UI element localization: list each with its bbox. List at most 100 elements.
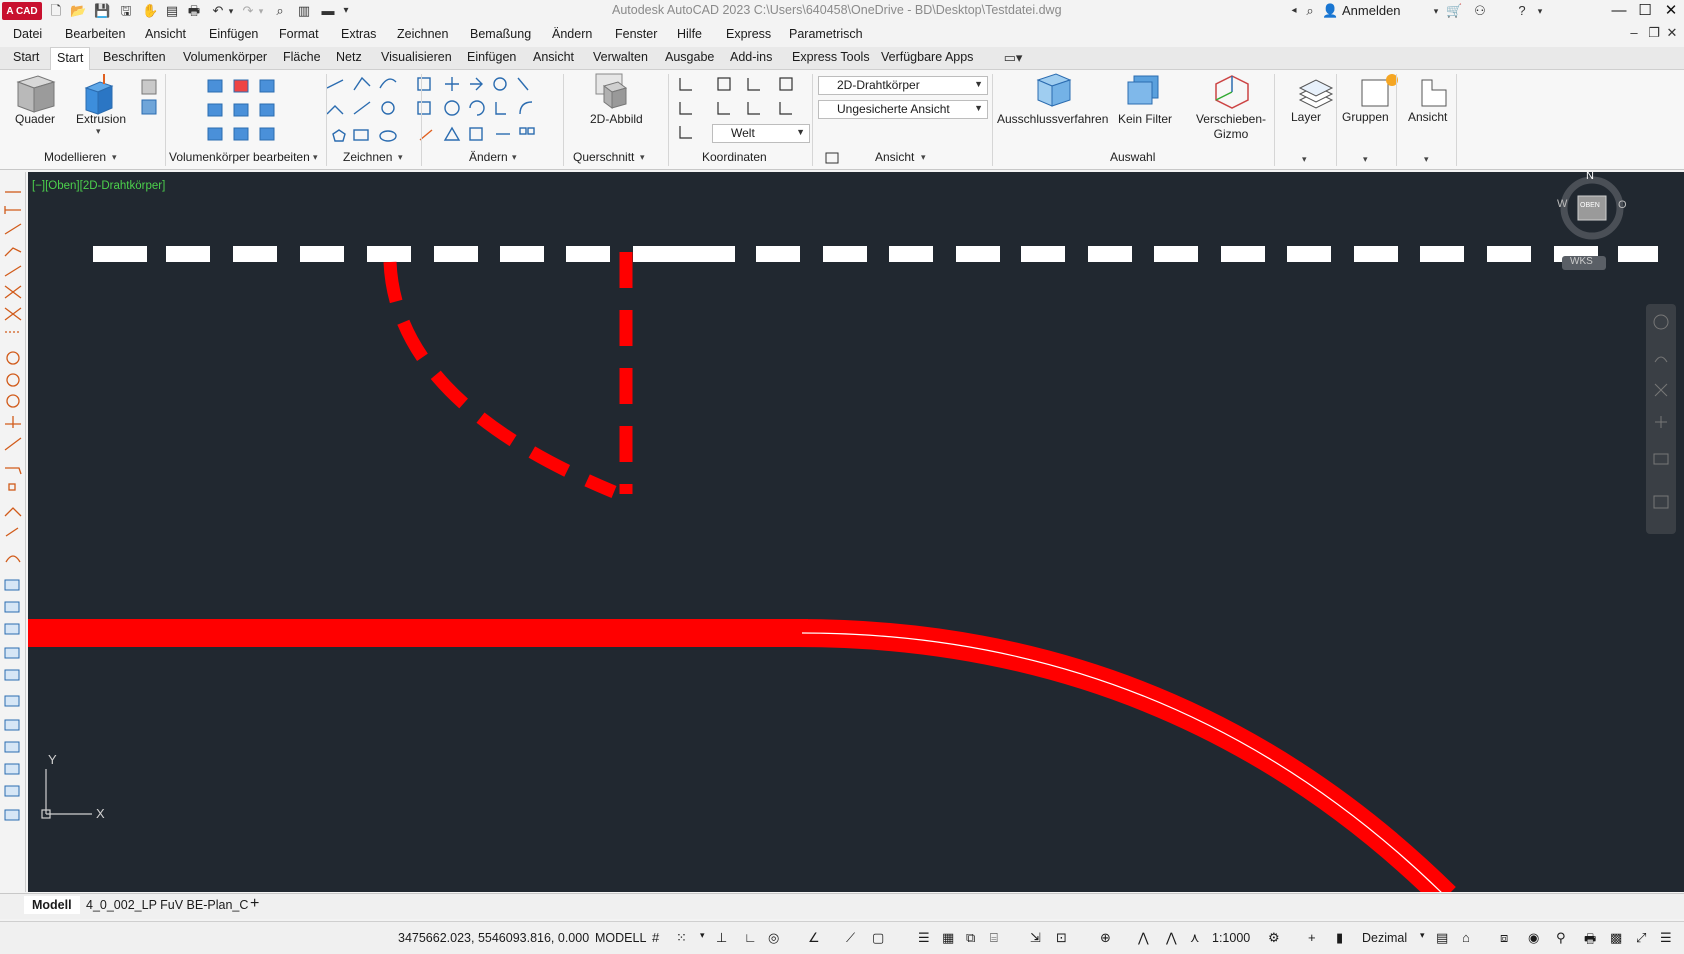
doc-close-icon[interactable]: ✕ xyxy=(1664,25,1680,41)
app-logo[interactable]: A CAD xyxy=(2,2,42,20)
hand-icon[interactable]: ✋ xyxy=(142,3,158,19)
panel-zeichnen-expand-icon[interactable]: ▾ xyxy=(398,152,403,163)
transparency-icon[interactable]: ▦ xyxy=(942,930,958,946)
search-icon[interactable]: ⌕ xyxy=(1302,3,1318,19)
print-icon[interactable]: 🖶 xyxy=(186,3,202,19)
move-gizmo-button[interactable]: Verschieben-Gizmo xyxy=(1192,112,1270,142)
isolate-button[interactable]: Ausschlussverfahren xyxy=(997,112,1108,126)
doc-minimize-icon[interactable]: – xyxy=(1626,25,1642,41)
new-file-icon[interactable]: 🗋 xyxy=(48,3,64,19)
infer-constraints-icon[interactable]: ⊥ xyxy=(716,930,732,946)
tab-beschriften[interactable]: Beschriften xyxy=(100,50,169,64)
named-view-combo[interactable]: Ungesicherte Ansicht ▼ xyxy=(818,100,988,119)
layer-match-icon[interactable]: ▬ xyxy=(320,3,336,19)
units-icon[interactable]: ▮ xyxy=(1336,930,1352,946)
viewcube-north[interactable]: N xyxy=(1586,172,1594,182)
help-dropdown-icon[interactable]: ▾ xyxy=(1532,3,1548,19)
menu-datei[interactable]: Datei xyxy=(13,27,42,41)
save-icon[interactable]: 💾 xyxy=(94,3,110,19)
isolate-objects-icon[interactable]: ⧈ xyxy=(1500,930,1516,946)
tab-ansicht[interactable]: Ansicht xyxy=(530,50,577,64)
isodraft-icon[interactable]: ∠ xyxy=(808,930,824,946)
tab-visualisieren[interactable]: Visualisieren xyxy=(378,50,455,64)
tab-modell[interactable]: Modell xyxy=(24,896,80,914)
tab-layout-plan[interactable]: 4_0_002_LP FuV BE-Plan_C xyxy=(86,898,248,912)
panel-modellieren[interactable]: Modellieren xyxy=(44,150,106,164)
units-value[interactable]: Dezimal xyxy=(1362,931,1407,945)
customize-qat-icon[interactable]: ▾ xyxy=(338,3,354,19)
layer-button[interactable]: Layer xyxy=(1291,110,1321,124)
osnap-tracking-icon[interactable]: ⟋ xyxy=(846,930,862,946)
tab-express-tools[interactable]: Express Tools xyxy=(789,50,873,64)
selection-cycling-icon[interactable]: ⧉ xyxy=(966,930,982,946)
polar-icon[interactable]: ◎ xyxy=(768,930,784,946)
tab-einfuegen[interactable]: Einfügen xyxy=(464,50,519,64)
autoscale-icon[interactable]: ⋀ xyxy=(1166,930,1182,946)
tab-verwalten[interactable]: Verwalten xyxy=(590,50,651,64)
annotation-scale-icon[interactable]: ⋏ xyxy=(1190,930,1206,946)
redo-dropdown-icon[interactable]: ▾ xyxy=(256,3,266,19)
menu-zeichnen[interactable]: Zeichnen xyxy=(397,27,448,41)
menu-hilfe[interactable]: Hilfe xyxy=(677,27,702,41)
model-space-toggle[interactable]: MODELL xyxy=(595,931,646,945)
panel-ansicht-expand-icon[interactable]: ▾ xyxy=(921,152,926,163)
panel-auswahl[interactable]: Auswahl xyxy=(1110,150,1155,164)
viewcube-east[interactable]: O xyxy=(1618,199,1627,211)
sheet-set-icon[interactable]: ▤ xyxy=(164,3,180,19)
snap-dropdown-icon[interactable]: ▾ xyxy=(700,930,716,946)
chevron-left-icon[interactable]: ◂ xyxy=(1286,3,1302,19)
view-dropdown-icon[interactable]: ▾ xyxy=(1424,154,1429,165)
visual-style-combo[interactable]: 2D-Drahtkörper ▼ xyxy=(818,76,988,95)
tab-flaeche[interactable]: Fläche xyxy=(280,50,324,64)
tab-start-1[interactable]: Start xyxy=(10,50,42,64)
menu-parametrisch[interactable]: Parametrisch xyxy=(789,27,863,41)
connect-icon[interactable]: ⚇ xyxy=(1472,3,1488,19)
zoom-window-icon[interactable]: ⌕ xyxy=(272,3,288,19)
properties-icon[interactable]: ▥ xyxy=(296,3,312,19)
3d-osnap-icon[interactable]: ⌸ xyxy=(990,930,1006,946)
redo-icon[interactable]: ↷ xyxy=(240,3,256,19)
menu-format[interactable]: Format xyxy=(279,27,319,41)
panel-querschnitt-expand-icon[interactable]: ▾ xyxy=(640,152,645,163)
doc-restore-icon[interactable]: ❐ xyxy=(1646,25,1662,41)
units-dropdown-icon[interactable]: ▾ xyxy=(1420,930,1436,946)
panel-zeichnen[interactable]: Zeichnen xyxy=(343,150,392,164)
panel-ansicht[interactable]: Ansicht xyxy=(875,150,914,164)
tab-netz[interactable]: Netz xyxy=(333,50,365,64)
drawing-canvas[interactable]: [−][Oben][2D-Drahtkörper] N W O OBEN WKS… xyxy=(28,172,1684,892)
panel-koordinaten[interactable]: Koordinaten xyxy=(702,150,767,164)
flatshot-button[interactable]: 2D-Abbild xyxy=(590,112,643,126)
lock-ui-icon[interactable]: ⌂ xyxy=(1462,930,1478,946)
add-layout-tab[interactable]: + xyxy=(250,895,259,913)
groups-dropdown-icon[interactable]: ▾ xyxy=(1363,154,1368,165)
panel-aendern-expand-icon[interactable]: ▾ xyxy=(512,152,517,163)
view-button[interactable]: Ansicht xyxy=(1408,110,1447,124)
tab-start-active[interactable]: Start xyxy=(50,47,91,70)
gizmo-icon[interactable]: ⊕ xyxy=(1100,930,1116,946)
tab-verfuegbare-apps[interactable]: Verfügbare Apps xyxy=(878,50,976,64)
wcs-menu[interactable]: WKS xyxy=(1570,256,1593,267)
signin-dropdown-icon[interactable]: ▾ xyxy=(1428,3,1444,19)
menu-einfuegen[interactable]: Einfügen xyxy=(209,27,258,41)
osnap-icon[interactable]: ▢ xyxy=(872,930,888,946)
no-filter-button[interactable]: Kein Filter xyxy=(1118,112,1172,126)
viewcube-west[interactable]: W xyxy=(1557,198,1567,210)
panel-volumen-expand-icon[interactable]: ▾ xyxy=(313,152,318,163)
annotation-scale-value[interactable]: 1:1000 xyxy=(1212,931,1250,945)
panel-querschnitt[interactable]: Querschnitt xyxy=(573,150,634,164)
menu-fenster[interactable]: Fenster xyxy=(615,27,657,41)
tab-volumenkoerper[interactable]: Volumenkörper xyxy=(180,50,270,64)
graphics-icon[interactable]: ▩ xyxy=(1610,930,1626,946)
menu-express[interactable]: Express xyxy=(726,27,771,41)
menu-ansicht[interactable]: Ansicht xyxy=(145,27,186,41)
plot-icon[interactable]: 🖶 xyxy=(1584,930,1600,946)
snap-icon[interactable]: ⁙ xyxy=(676,930,692,946)
dynamic-ucs-icon[interactable]: ⇲ xyxy=(1030,930,1046,946)
hardware-acceleration-icon[interactable]: ◉ xyxy=(1528,930,1544,946)
viewcube-top-face[interactable]: OBEN xyxy=(1580,202,1600,209)
layer-dropdown-icon[interactable]: ▾ xyxy=(1302,154,1307,165)
undo-icon[interactable]: ↶ xyxy=(210,3,226,19)
user-icon[interactable]: 👤 xyxy=(1322,3,1338,19)
annotation-visibility-icon[interactable]: ⋀ xyxy=(1138,930,1154,946)
coordinates-readout[interactable]: 3475662.023, 5546093.816, 0.000 xyxy=(398,931,589,945)
